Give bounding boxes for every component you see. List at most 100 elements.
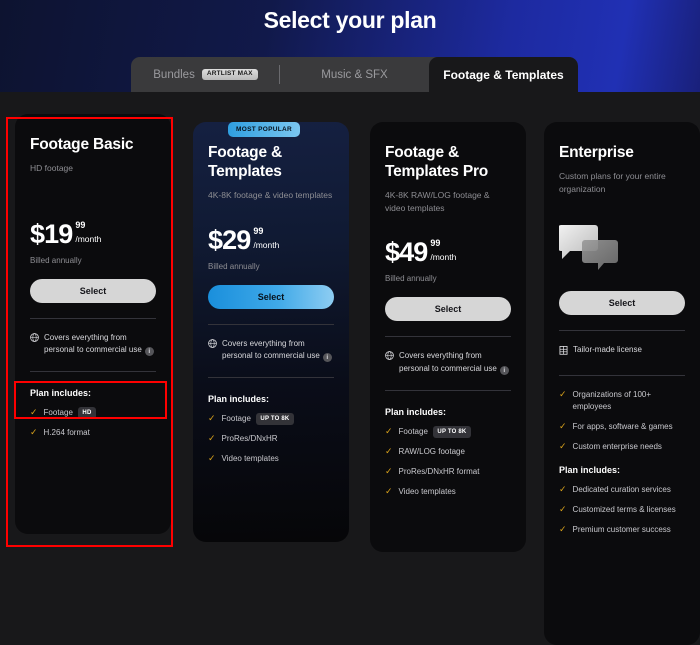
- select-button[interactable]: Select: [208, 284, 334, 309]
- feature-label: Customized terms & licenses: [572, 504, 676, 514]
- list-item: ✓ RAW/LOG footage: [385, 446, 511, 458]
- globe-icon: [208, 338, 217, 352]
- tab-footage-templates[interactable]: Footage & Templates: [429, 57, 578, 92]
- price-cents: 99: [253, 225, 264, 236]
- plan-subtitle: HD footage: [30, 162, 73, 173]
- check-icon: ✓: [208, 413, 216, 424]
- divider: [208, 377, 334, 379]
- highlight-label: Organizations of 100+ employees: [572, 389, 652, 411]
- divider: [208, 323, 334, 325]
- divider: [559, 374, 685, 376]
- divider: [30, 317, 156, 319]
- check-icon: ✓: [385, 426, 393, 437]
- plan-subtitle: 4K-8K footage & video templates: [208, 189, 333, 200]
- plan-name: Footage & Templates Pro: [385, 144, 489, 180]
- billing-note: Billed annually: [385, 274, 437, 284]
- select-button[interactable]: Select: [559, 291, 685, 316]
- highlight-label: Custom enterprise needs: [572, 441, 662, 451]
- list-item: ✓ For apps, software & games: [559, 421, 685, 433]
- license-note-text: Covers everything from personal to comme…: [222, 338, 320, 360]
- plan-includes-label: Plan includes:: [208, 394, 270, 405]
- select-button[interactable]: Select: [30, 278, 156, 303]
- divider: [559, 330, 685, 332]
- feature-list: ✓ Footage HD ✓ H.264 format: [30, 407, 156, 439]
- check-icon: ✓: [385, 466, 393, 477]
- globe-icon: [30, 332, 39, 346]
- tab-music-sfx[interactable]: Music & SFX: [280, 57, 429, 92]
- feature-label: RAW/LOG footage: [398, 447, 465, 457]
- price-cents: 99: [430, 238, 441, 249]
- license-note: Covers everything from personal to comme…: [208, 338, 334, 363]
- info-icon[interactable]: i: [322, 352, 332, 362]
- list-item: ✓ ProRes/DNxHR format: [385, 466, 511, 478]
- feature-label: Video templates: [221, 454, 279, 464]
- info-icon[interactable]: i: [144, 347, 154, 357]
- check-icon: ✓: [559, 483, 567, 494]
- list-item: ✓ Footage UP TO 8K: [385, 426, 511, 439]
- feature-label: ProRes/DNxHR: [221, 434, 278, 444]
- list-item: ✓ Custom enterprise needs: [559, 441, 685, 453]
- check-icon: ✓: [385, 486, 393, 497]
- list-item: ✓ Premium customer success: [559, 524, 685, 536]
- feature-label: ProRes/DNxHR format: [398, 467, 480, 477]
- feature-label: H.264 format: [43, 428, 90, 438]
- price-amount: $19: [30, 218, 73, 249]
- plan-cards-region: Footage Basic HD footage $19 99 /month B…: [0, 92, 700, 645]
- plan-card-footage-templates[interactable]: Footage & Templates 4K-8K footage & vide…: [193, 122, 349, 542]
- feature-label: Footage: [221, 414, 251, 424]
- highlight-label: For apps, software & games: [572, 421, 673, 431]
- plan-card-footage-templates-pro[interactable]: Footage & Templates Pro 4K-8K RAW/LOG fo…: [370, 122, 526, 552]
- plan-price: $49 99 /month: [385, 239, 511, 266]
- billing-note: Billed annually: [30, 255, 82, 265]
- tab-bundles[interactable]: Bundles ARTLIST MAX: [131, 57, 280, 92]
- feature-badge: UP TO 8K: [255, 413, 294, 426]
- most-popular-badge: MOST POPULAR: [228, 122, 300, 137]
- license-note: Covers everything from personal to comme…: [385, 350, 511, 375]
- enterprise-license-text: Tailor-made license: [573, 345, 642, 355]
- list-item: ✓ ProRes/DNxHR: [208, 433, 334, 445]
- tab-music-sfx-label: Music & SFX: [321, 68, 388, 81]
- plan-card-footage-basic[interactable]: Footage Basic HD footage $19 99 /month B…: [15, 114, 171, 534]
- list-item: ✓ H.264 format: [30, 427, 156, 439]
- plan-subtitle: Custom plans for your entire organizatio…: [559, 170, 666, 194]
- plan-price: $19 99 /month: [30, 218, 156, 249]
- plan-subtitle: 4K-8K RAW/LOG footage & video templates: [385, 189, 490, 213]
- check-icon: ✓: [208, 433, 216, 444]
- list-item: ✓ Footage HD: [30, 407, 156, 420]
- price-period: /month: [430, 252, 457, 263]
- feature-list: ✓ Dedicated curation services ✓ Customiz…: [559, 484, 685, 536]
- license-note-text: Covers everything from personal to comme…: [44, 332, 142, 355]
- divider: [385, 336, 511, 338]
- check-icon: ✓: [30, 407, 38, 418]
- check-icon: ✓: [208, 453, 216, 464]
- chat-bubbles-icon: [558, 221, 685, 277]
- feature-label: Dedicated curation services: [572, 484, 671, 494]
- license-note: Covers everything from personal to comme…: [30, 332, 156, 357]
- feature-label: Video templates: [398, 487, 456, 497]
- tab-bundles-label: Bundles: [153, 68, 195, 81]
- feature-label: Footage: [43, 408, 73, 418]
- enterprise-license-note: Tailor-made license: [559, 344, 685, 359]
- feature-list: ✓ Footage UP TO 8K ✓ RAW/LOG footage ✓ Pr…: [385, 426, 511, 498]
- feature-label: Premium customer success: [572, 524, 671, 534]
- plan-name: Enterprise: [559, 144, 634, 161]
- list-item: ✓ Video templates: [385, 486, 511, 498]
- info-icon[interactable]: i: [499, 365, 509, 375]
- list-item: ✓ Video templates: [208, 453, 334, 465]
- tab-footage-templates-label: Footage & Templates: [443, 67, 564, 82]
- plan-category-tabs: Bundles ARTLIST MAX Music & SFX Footage …: [131, 57, 578, 92]
- list-item: ✓ Customized terms & licenses: [559, 504, 685, 516]
- check-icon: ✓: [385, 446, 393, 457]
- check-icon: ✓: [30, 427, 38, 438]
- price-amount: $49: [385, 237, 428, 268]
- check-icon: ✓: [559, 420, 567, 431]
- artlist-max-badge: ARTLIST MAX: [201, 68, 258, 81]
- select-button[interactable]: Select: [385, 297, 511, 322]
- check-icon: ✓: [559, 388, 567, 399]
- plan-card-enterprise[interactable]: Enterprise Custom plans for your entire …: [544, 122, 700, 645]
- billing-note: Billed annually: [208, 261, 260, 271]
- globe-icon: [385, 351, 394, 364]
- feature-label: Footage: [398, 427, 428, 437]
- check-icon: ✓: [559, 503, 567, 514]
- plan-includes-label: Plan includes:: [559, 464, 621, 475]
